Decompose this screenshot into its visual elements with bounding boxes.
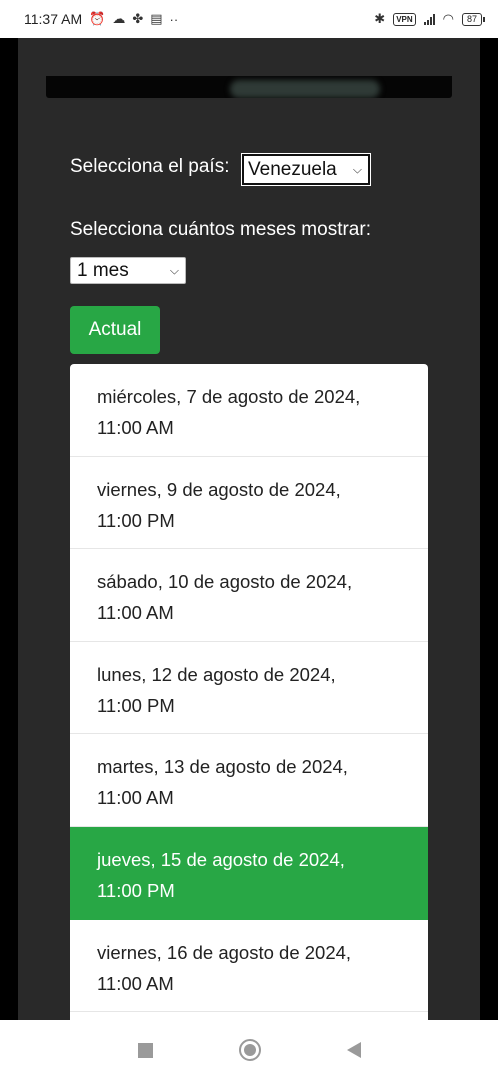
- screen-icon: ▤: [150, 11, 163, 26]
- schedule-list: miércoles, 7 de agosto de 2024, 11:00 AM v…: [70, 364, 428, 1020]
- list-item[interactable]: viernes, 9 de agosto de 2024, 11:00 PM: [70, 457, 428, 550]
- item-time: 11:00 PM: [97, 694, 175, 716]
- list-item[interactable]: jueves, 15 de agosto de 2024, 11:00 PM: [70, 826, 428, 920]
- home-icon[interactable]: [238, 1039, 261, 1061]
- item-time: 11:00 PM: [97, 509, 175, 531]
- item-time: 11:00 AM: [97, 602, 174, 624]
- list-item[interactable]: martes, 13 de agosto de 2024, 11:00 AM: [70, 734, 428, 827]
- alarm-icon: ⏰: [89, 11, 106, 26]
- clock: 11:37 AM: [24, 11, 83, 27]
- list-item[interactable]: domingo, 18 de agosto de 2024,11:00 PM: [70, 1012, 428, 1020]
- item-time: 11:00 AM: [97, 417, 174, 438]
- actual-button[interactable]: Actual: [70, 306, 160, 354]
- wifi-icon: ◠: [442, 11, 454, 26]
- list-item[interactable]: lunes, 12 de agosto de 2024, 11:00 PM: [70, 642, 428, 735]
- list-item[interactable]: viernes, 16 de agosto de 2024, 11:00 AM: [70, 920, 428, 1013]
- item-date: miércoles, 7 de agosto de 2024,: [97, 386, 361, 407]
- months-select[interactable]: 1 mes ⌵: [70, 257, 186, 284]
- header-image: [46, 76, 452, 98]
- country-select-value: Venezuela: [248, 158, 337, 180]
- recent-apps-icon[interactable]: [137, 1042, 153, 1058]
- vpn-badge: VPN: [393, 12, 416, 26]
- item-date: sábado, 10 de agosto de 2024,: [97, 571, 353, 593]
- country-select[interactable]: Venezuela ⌵: [241, 153, 371, 186]
- item-date: viernes, 16 de agosto de 2024,: [97, 941, 352, 963]
- bluetooth-icon: ✱: [374, 11, 386, 26]
- back-icon[interactable]: [346, 1042, 361, 1058]
- item-date: lunes, 12 de agosto de 2024,: [97, 663, 336, 685]
- cloud-icon: ☁: [112, 11, 126, 26]
- chevron-down-icon: ⌵: [169, 263, 179, 277]
- item-date: jueves, 15 de agosto de 2024,: [97, 848, 345, 870]
- item-time: 11:00 AM: [97, 787, 174, 809]
- months-label: Selecciona cuántos meses mostrar:: [70, 219, 371, 240]
- signal-icon: [423, 13, 435, 25]
- more-dots-icon: ··: [169, 11, 179, 27]
- item-time: 11:00 AM: [97, 972, 174, 994]
- chevron-down-icon: ⌵: [352, 162, 362, 176]
- item-time: 11:00 PM: [97, 879, 175, 901]
- item-date: viernes, 9 de agosto de 2024,: [97, 478, 341, 500]
- browser-viewport[interactable]: Selecciona el país: Venezuela ⌵ Seleccio…: [0, 38, 498, 1020]
- list-item[interactable]: sábado, 10 de agosto de 2024, 11:00 AM: [70, 549, 428, 642]
- list-item[interactable]: miércoles, 7 de agosto de 2024, 11:00 AM: [70, 364, 428, 457]
- months-select-value: 1 mes: [77, 259, 129, 281]
- system-nav-bar: [0, 1020, 498, 1080]
- status-bar: 11:37 AM ⏰ ☁ ✤ ▤ ·· ✱ VPN ◠ 87: [0, 0, 498, 38]
- battery-icon: 87: [461, 12, 486, 26]
- country-label: Selecciona el país:: [70, 156, 230, 177]
- item-date: martes, 13 de agosto de 2024,: [97, 756, 348, 778]
- fan-icon: ✤: [132, 11, 144, 26]
